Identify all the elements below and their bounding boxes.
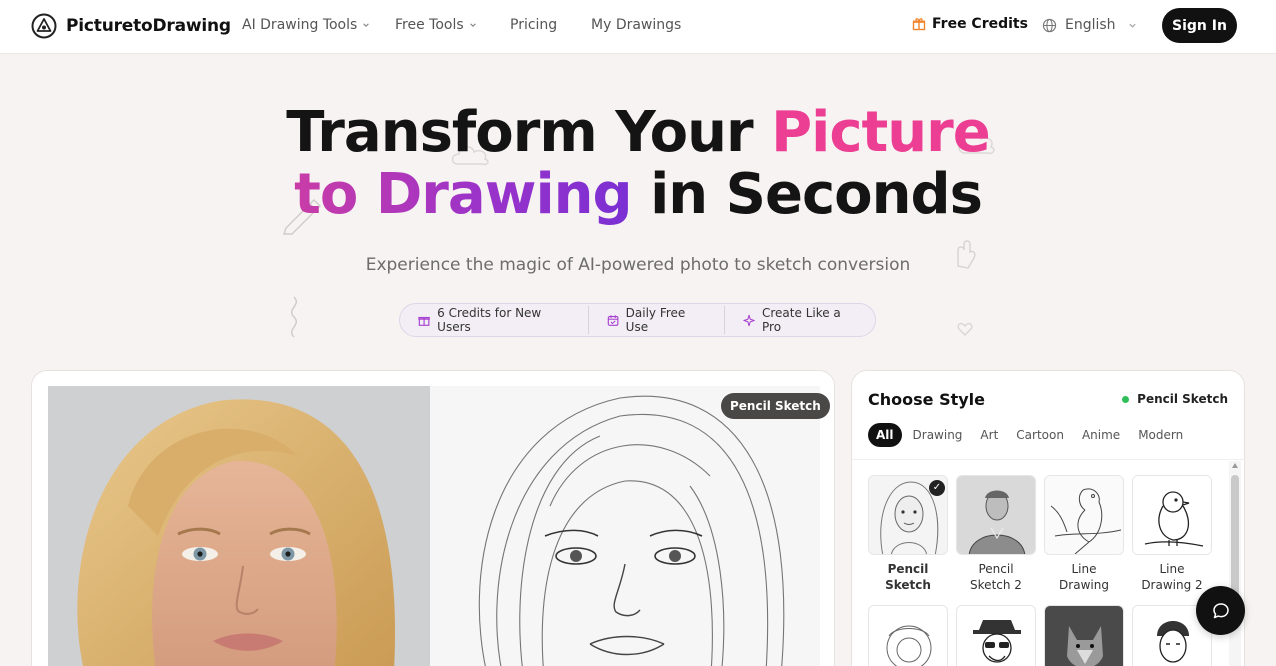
tab-all[interactable]: All — [868, 423, 902, 447]
style-tile-pencil-sketch[interactable]: ✓ Pencil Sketch — [868, 475, 948, 593]
feature-badges: 6 Credits for New Users Daily Free Use C… — [399, 303, 876, 337]
badge-create-like-pro: Create Like a Pro — [723, 306, 875, 334]
style-tile-row2-1[interactable] — [868, 605, 948, 666]
bird-line-thumbnail — [1133, 476, 1211, 554]
badge-new-user-credits: 6 Credits for New Users — [400, 306, 588, 334]
tab-drawing[interactable]: Drawing — [913, 423, 963, 447]
nav-label: My Drawings — [591, 17, 682, 33]
nav-ai-drawing-tools[interactable]: AI Drawing Tools — [242, 17, 370, 33]
chevron-down-icon — [1128, 23, 1136, 28]
nav-free-tools[interactable]: Free Tools — [395, 17, 477, 33]
sign-in-button[interactable]: Sign In — [1162, 8, 1237, 43]
style-tile-pencil-sketch-2[interactable]: Pencil Sketch 2 — [956, 475, 1036, 593]
calendar-icon — [607, 314, 618, 326]
selected-style-indicator: Pencil Sketch — [1122, 392, 1228, 406]
gift-icon — [418, 316, 430, 326]
logo-icon — [31, 13, 57, 39]
gift-icon — [912, 18, 926, 31]
squiggle-doodle-icon — [291, 296, 297, 338]
pencil-sketch-image — [430, 386, 820, 666]
status-dot — [1122, 395, 1130, 403]
style-tile-line-drawing[interactable]: Line Drawing — [1044, 475, 1124, 593]
style-category-tabs: All Drawing Art Cartoon Anime Modern — [868, 423, 1201, 447]
style-name-line: Pencil — [978, 562, 1014, 576]
logo[interactable]: PicturetoDrawing — [31, 13, 231, 39]
hero-title-text: in Seconds — [631, 162, 983, 227]
hero-title-highlight: Picture — [771, 100, 991, 165]
result-style-tag: Pencil Sketch — [721, 393, 830, 419]
badge-label: Daily Free Use — [625, 306, 686, 334]
nav-label: Free Tools — [395, 17, 464, 33]
style-name-line: Sketch — [885, 578, 931, 592]
credits-label: Free Credits — [932, 16, 1028, 32]
chat-bubble-icon — [1212, 602, 1229, 618]
chevron-down-icon — [363, 23, 370, 27]
portrait-photo-image — [48, 386, 430, 666]
language-label: English — [1065, 17, 1116, 33]
tab-cartoon[interactable]: Cartoon — [1016, 423, 1064, 447]
style-name-line: Pencil — [887, 562, 929, 576]
style-tile-row2-2[interactable] — [956, 605, 1036, 666]
badge-daily-free-use: Daily Free Use — [587, 306, 724, 334]
tab-art[interactable]: Art — [980, 423, 998, 447]
panel-title: Choose Style — [868, 390, 985, 409]
style-name-line: Line — [1159, 562, 1185, 576]
style-tile-line-drawing-2[interactable]: Line Drawing 2 — [1132, 475, 1212, 593]
style-name-line: Line — [1071, 562, 1097, 576]
style-thumbnail — [1132, 475, 1212, 555]
style-name-line: Drawing — [1059, 578, 1109, 592]
selected-style-label: Pencil Sketch — [1137, 392, 1228, 406]
style-thumbnail — [868, 605, 948, 666]
style-thumbnail — [1044, 605, 1124, 666]
style-name-line: Drawing 2 — [1141, 578, 1203, 592]
lion-line-thumbnail — [886, 625, 932, 666]
style-name: Line Drawing 2 — [1132, 561, 1212, 593]
globe-icon — [1042, 18, 1057, 32]
tab-modern[interactable]: Modern — [1138, 423, 1183, 447]
style-chooser-panel: Choose Style Pencil Sketch All Drawing A… — [851, 370, 1245, 666]
top-navbar: PicturetoDrawing AI Drawing Tools Free T… — [0, 0, 1276, 54]
style-thumbnail — [956, 605, 1036, 666]
nav-label: AI Drawing Tools — [242, 17, 358, 33]
chevron-down-icon — [469, 23, 476, 27]
cartoon-man-thumbnail — [973, 620, 1021, 663]
hero-subtitle: Experience the magic of AI-powered photo… — [365, 255, 911, 275]
language-selector[interactable]: English — [1042, 17, 1137, 33]
hero-title-line-2: to Drawing in Seconds — [0, 164, 1276, 226]
style-list-scrollbar[interactable] — [1229, 461, 1241, 666]
hero-title-highlight: to Drawing — [294, 162, 633, 227]
parrot-line-thumbnail — [1045, 476, 1123, 554]
man-sketch-thumbnail — [957, 476, 1035, 554]
scroll-up-arrow-icon[interactable] — [1232, 463, 1238, 468]
nav-my-drawings[interactable]: My Drawings — [591, 17, 681, 33]
free-credits-link[interactable]: Free Credits — [912, 16, 1028, 32]
heart-doodle-icon — [957, 323, 973, 336]
check-icon: ✓ — [929, 480, 945, 496]
style-name-line: Sketch 2 — [970, 578, 1022, 592]
sparkle-icon — [743, 314, 755, 326]
badge-label: Create Like a Pro — [762, 306, 841, 334]
hero-title-text: Transform Your — [286, 100, 772, 165]
original-photo — [48, 386, 430, 666]
chat-support-button[interactable] — [1196, 586, 1245, 635]
hero-title-line-1: Transform Your Picture — [0, 102, 1276, 164]
nav-pricing[interactable]: Pricing — [510, 17, 557, 33]
before-after-card: Pencil Sketch — [31, 370, 835, 666]
divider — [852, 459, 1244, 460]
badge-label: 6 Credits for New Users — [437, 306, 542, 334]
style-thumbnail — [1044, 475, 1124, 555]
logo-text: PicturetoDrawing — [66, 16, 231, 36]
style-name: Pencil Sketch 2 — [956, 561, 1036, 593]
tab-anime[interactable]: Anime — [1082, 423, 1120, 447]
sketch-result — [430, 386, 820, 666]
style-thumbnail — [956, 475, 1036, 555]
style-tile-row2-3[interactable] — [1044, 605, 1124, 666]
nav-label: Pricing — [510, 17, 558, 33]
wolf-thumbnail — [1067, 626, 1103, 666]
style-name: Line Drawing — [1044, 561, 1124, 593]
style-name: Pencil Sketch — [868, 561, 948, 593]
